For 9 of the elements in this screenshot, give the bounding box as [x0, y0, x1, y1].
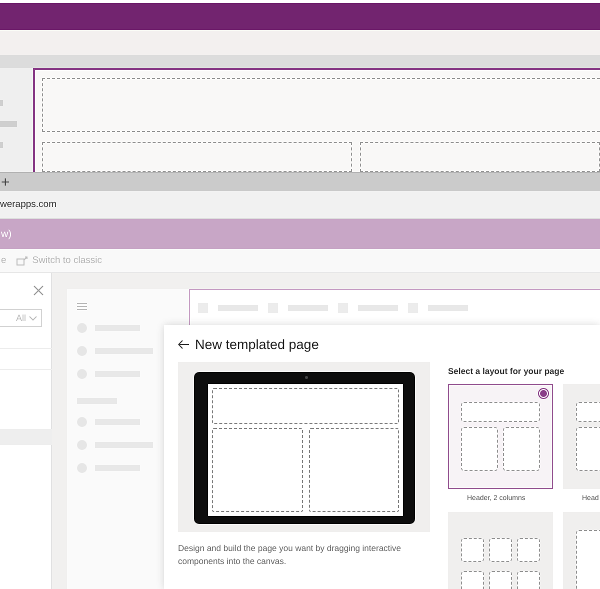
filter-dropdown[interactable]: All [0, 309, 42, 327]
app-title: w) [1, 228, 12, 240]
command-button[interactable]: e [1, 255, 6, 266]
layout-heading: Select a layout for your page [448, 366, 566, 376]
dialog-title: New templated page [195, 337, 319, 352]
description-text: Design and build the page you want by dragging interactive components into the canvas. [178, 542, 402, 568]
address-field[interactable]: werapps.com [0, 199, 56, 210]
new-tab-button[interactable]: + [1, 174, 10, 190]
switch-to-classic-button[interactable]: Switch to classic [32, 255, 102, 266]
